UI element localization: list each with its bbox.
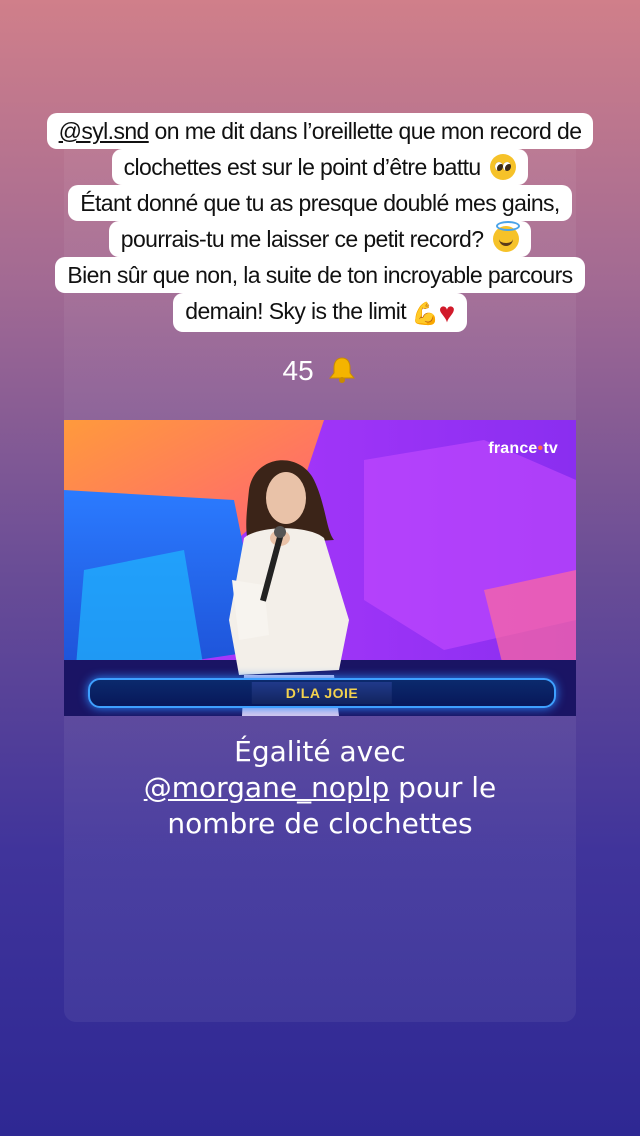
smiling-face-with-halo-icon [493, 221, 521, 252]
text-line-6-content: demain! Sky is the limit [185, 298, 407, 324]
video-frame-art [64, 420, 576, 716]
bell-counter: 45 [0, 355, 640, 387]
text-line-5-content: Bien sûr que non, la suite de ton incroy… [67, 262, 573, 288]
text-line-4-content: pourrais-tu me laisser ce petit record? [120, 226, 484, 252]
text-line-2-content: clochettes est sur le point d’être battu [123, 154, 482, 180]
caption-line-1: Égalité avec [234, 735, 406, 768]
caption-line-2-rest: pour le [389, 771, 497, 804]
text-line-6: demain! Sky is the limit 💪♥ [173, 293, 467, 332]
text-line-5: Bien sûr que non, la suite de ton incroy… [55, 257, 585, 293]
logo-part-france: france [488, 440, 538, 457]
france-tv-logo: france•tv [488, 440, 558, 458]
story-text-sticker[interactable]: @syl.snd on me dit dans l’oreillette que… [34, 113, 606, 332]
lyrics-banner-text: D’LA JOIE [251, 682, 393, 704]
caption-line-2: @morgane_noplp pour le [64, 770, 576, 806]
bell-count-value: 45 [282, 355, 314, 386]
text-line-4: pourrais-tu me laisser ce petit record? [108, 221, 532, 257]
text-line-3: Étant donné que tu as presque doublé mes… [68, 185, 572, 221]
red-heart-icon: ♥ [438, 297, 456, 328]
pleading-face-icon [490, 154, 517, 180]
tv-show-video-clip[interactable]: france•tv D’LA JOIE [64, 420, 576, 716]
bell-icon [329, 357, 356, 383]
flexed-biceps-icon: 💪 [411, 301, 439, 326]
story-caption: Égalité avec @morgane_noplp pour le nomb… [64, 734, 576, 842]
text-line-1-content: on me dit dans l’oreillette que mon reco… [148, 118, 582, 144]
text-line-1: @syl.snd on me dit dans l’oreillette que… [46, 113, 594, 149]
mention-syl-snd[interactable]: @syl.snd [59, 118, 150, 144]
logo-part-tv: tv [543, 440, 558, 457]
caption-line-3: nombre de clochettes [167, 807, 473, 840]
text-line-3-content: Étant donné que tu as presque doublé mes… [80, 190, 560, 216]
text-line-2: clochettes est sur le point d’être battu [111, 149, 529, 185]
mention-morgane-noplp[interactable]: @morgane_noplp [144, 771, 390, 804]
lyrics-banner: D’LA JOIE [88, 678, 556, 708]
